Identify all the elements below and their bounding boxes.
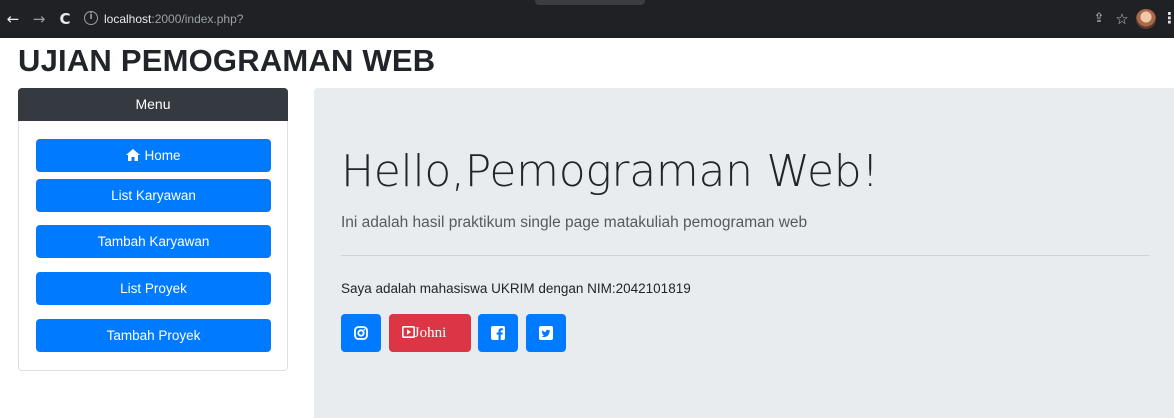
home-icon [126,149,141,161]
forward-icon[interactable]: → [30,10,48,28]
hero-lead-text: Ini adalah hasil praktikum single page m… [341,214,808,231]
back-icon[interactable]: ← [4,10,22,28]
page-title: UJIAN PEMOGRAMAN WEB [18,43,436,78]
hero-heading: Hello,Pemograman Web! [341,146,879,197]
facebook-button[interactable] [478,314,518,352]
sidebar-item-tambah-karyawan[interactable]: Tambah Karyawan [36,225,271,258]
sidebar-item-label: List Karyawan [111,188,196,203]
sidebar-menu-card: Menu Home List Karyawan Tambah Karyawan … [18,88,288,371]
active-tab-edge [535,0,645,5]
divider [341,255,1149,256]
sidebar-item-list-proyek[interactable]: List Proyek [36,272,271,305]
url-path: :2000/index.php? [151,12,244,26]
sidebar-item-label: Home [144,148,181,163]
sidebar-item-label: Tambah Karyawan [97,234,210,249]
bookmark-star-icon[interactable]: ☆ [1113,10,1131,28]
sidebar-item-list-karyawan[interactable]: List Karyawan [36,179,271,212]
sidebar-item-tambah-proyek[interactable]: Tambah Proyek [36,319,271,352]
instagram-button[interactable] [341,314,381,352]
address-bar[interactable]: localhost:2000/index.php? [104,12,243,26]
facebook-icon [491,326,505,340]
browser-toolbar: ← → C i localhost:2000/index.php? ⇪ ☆ ⋮ [0,0,1174,38]
site-info-icon[interactable]: i [84,11,98,25]
sidebar-item-label: List Proyek [120,281,187,296]
sidebar-item-label: Tambah Proyek [106,328,201,343]
sidebar-item-home[interactable]: Home [36,139,271,172]
share-icon[interactable]: ⇪ [1090,10,1108,28]
youtube-label: Johni [413,325,447,341]
url-host: localhost [104,12,152,26]
jumbotron: Hello,Pemograman Web! Ini adalah hasil p… [314,88,1174,418]
instagram-icon [354,326,368,340]
browser-menu-icon[interactable]: ⋮ [1162,10,1174,28]
youtube-icon [402,326,415,338]
profile-avatar[interactable] [1136,9,1156,29]
menu-header: Menu [18,88,288,121]
youtube-button[interactable]: Johni [389,314,471,352]
twitter-icon [539,326,553,340]
reload-icon[interactable]: C [56,10,74,28]
student-info-text: Saya adalah mahasiswa UKRIM dengan NIM:2… [341,281,691,296]
twitter-button[interactable] [526,314,566,352]
